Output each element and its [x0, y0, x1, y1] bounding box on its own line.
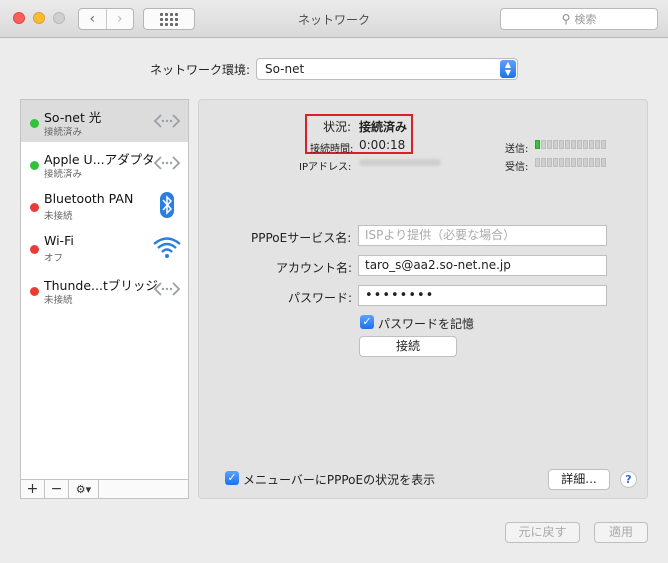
show-pppoe-status-checkbox[interactable]: ✓ [225, 471, 239, 485]
service-status: オフ [44, 253, 64, 264]
ppp-arrows-icon [153, 114, 181, 128]
remove-service-button[interactable]: − [45, 480, 69, 498]
search-icon: ⚲ [561, 12, 571, 26]
bridge-arrows-icon [153, 282, 181, 296]
wifi-icon [153, 237, 181, 258]
service-status: 接続済み [44, 127, 83, 138]
ethernet-arrows-icon [153, 156, 181, 170]
updown-arrows-icon: ▲ ▼ [500, 60, 516, 78]
service-item-thunderbolt-bridge[interactable]: Thunde...tブリッジ 未接続 [21, 268, 188, 310]
service-name: Wi-Fi [44, 233, 74, 248]
account-name-field[interactable]: taro_s@aa2.so-net.ne.jp [358, 255, 607, 276]
service-name: Bluetooth PAN [44, 191, 134, 206]
service-list: So-net 光 接続済み Apple U...アダプタ 接続済み Blueto… [20, 99, 189, 499]
account-name-label: アカウント名: [276, 261, 353, 275]
service-status: 未接続 [44, 211, 73, 222]
status-label: 状況: [323, 120, 352, 134]
search-placeholder: 検索 [574, 13, 597, 26]
gear-icon[interactable]: ⚙▾ [69, 480, 99, 498]
status-indicator-icon [30, 161, 39, 170]
service-item-apple-usb[interactable]: Apple U...アダプタ 接続済み [21, 142, 188, 184]
remember-password-label: パスワードを記憶 [378, 317, 475, 331]
connect-time-label: 接続時間: [310, 144, 354, 155]
show-pppoe-status-label: メニューバーにPPPoEの状況を表示 [243, 473, 436, 487]
details-button[interactable]: 詳細... [548, 469, 610, 490]
service-status: 未接続 [44, 295, 73, 306]
status-value: 接続済み [359, 120, 408, 134]
apply-button[interactable]: 適用 [594, 522, 648, 543]
search-field[interactable]: ⚲ 検索 [500, 8, 658, 30]
password-field[interactable]: •••••••• [358, 285, 607, 306]
service-item-wifi[interactable]: Wi-Fi オフ [21, 226, 188, 268]
bluetooth-icon [160, 192, 174, 218]
connect-button[interactable]: 接続 [359, 336, 457, 357]
help-button[interactable]: ? [620, 471, 637, 488]
title-bar: ‹ › ネットワーク ⚲ 検索 [0, 0, 668, 38]
ip-address-blurred [359, 159, 441, 166]
pppoe-service-name-label: PPPoEサービス名: [251, 231, 352, 245]
service-status: 接続済み [44, 169, 83, 180]
remember-password-checkbox[interactable]: ✓ [360, 315, 374, 329]
location-value: So-net [265, 62, 305, 76]
network-preferences-window: ‹ › ネットワーク ⚲ 検索 ネットワーク環境: So-net ▲ ▼ So-n… [0, 0, 668, 563]
location-select[interactable]: So-net ▲ ▼ [256, 58, 518, 80]
add-service-button[interactable]: + [21, 480, 45, 498]
sent-meter [535, 140, 607, 150]
received-label: 受信: [505, 162, 529, 173]
service-list-controls: + − ⚙▾ [21, 479, 188, 498]
ip-address-label: IPアドレス: [299, 162, 352, 173]
received-meter [535, 158, 607, 168]
service-item-bluetooth-pan[interactable]: Bluetooth PAN 未接続 [21, 184, 188, 226]
revert-button[interactable]: 元に戻す [505, 522, 580, 543]
status-indicator-icon [30, 119, 39, 128]
pppoe-service-name-field[interactable]: ISPより提供（必要な場合） [358, 225, 607, 246]
service-item-so-net[interactable]: So-net 光 接続済み [21, 100, 188, 142]
location-label: ネットワーク環境: [150, 63, 251, 77]
password-label: パスワード: [288, 291, 353, 305]
status-indicator-icon [30, 203, 39, 212]
status-indicator-icon [30, 287, 39, 296]
status-indicator-icon [30, 245, 39, 254]
sent-label: 送信: [505, 144, 529, 155]
connect-time-value: 0:00:18 [359, 138, 406, 152]
